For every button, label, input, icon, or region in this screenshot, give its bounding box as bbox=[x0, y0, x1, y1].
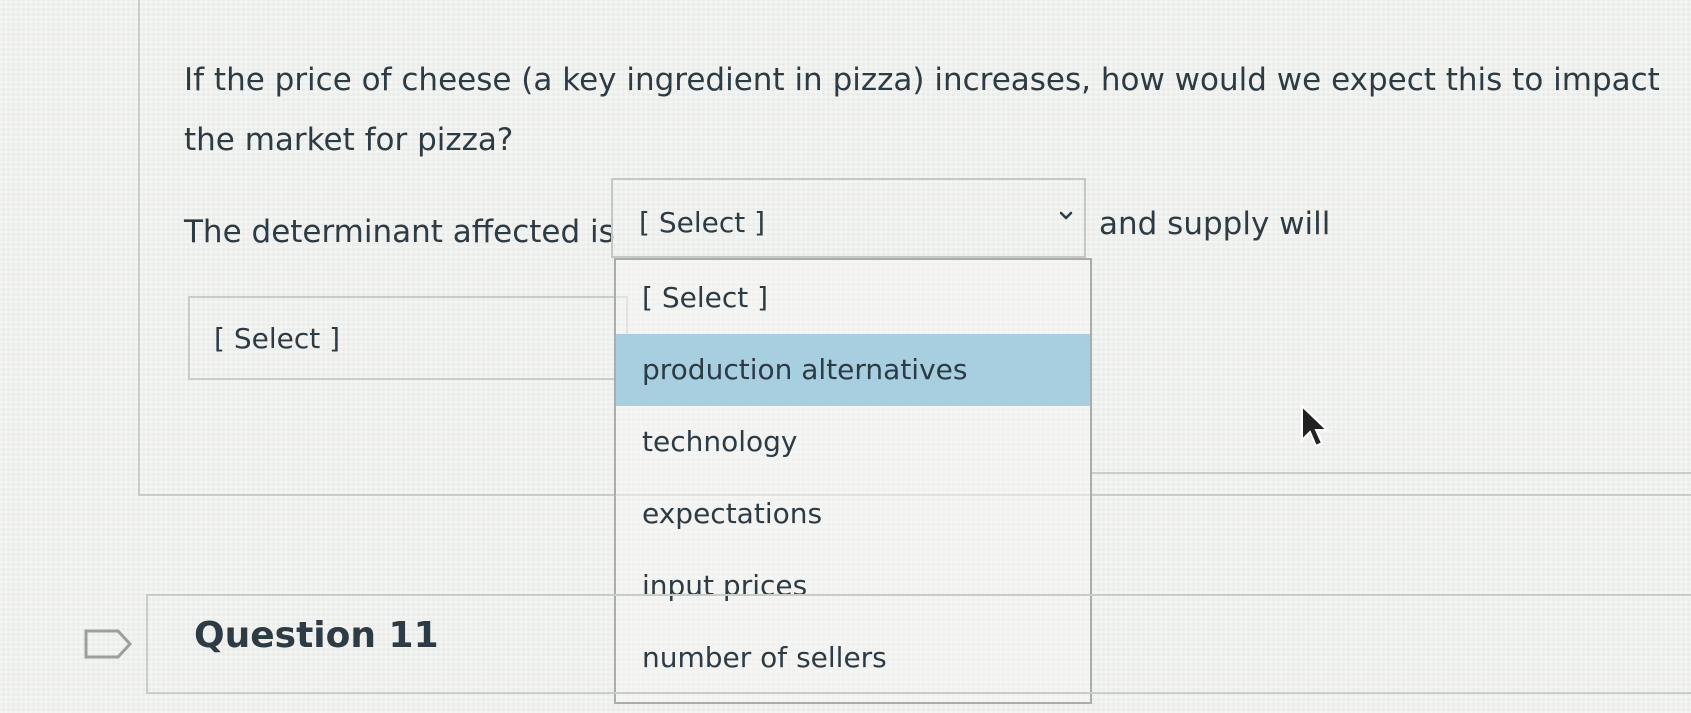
question-card-divider bbox=[1092, 472, 1691, 474]
sentence-start-text: The determinant affected is bbox=[184, 214, 615, 250]
quiz-page: If the price of cheese (a key ingredient… bbox=[0, 0, 1691, 713]
chevron-down-icon bbox=[1059, 211, 1073, 220]
determinant-select[interactable]: [ Select ] bbox=[611, 178, 1086, 258]
question-text: If the price of cheese (a key ingredient… bbox=[184, 62, 1660, 158]
dropdown-option-select[interactable]: [ Select ] bbox=[616, 262, 1090, 334]
flag-outline-icon[interactable] bbox=[84, 629, 132, 659]
supply-select[interactable]: [ Select ] bbox=[188, 296, 628, 380]
sentence-end-text: and supply will bbox=[1099, 206, 1331, 242]
dropdown-option-technology[interactable]: technology bbox=[616, 406, 1090, 478]
mouse-pointer-icon bbox=[1301, 404, 1330, 448]
dropdown-option-expectations[interactable]: expectations bbox=[616, 478, 1090, 550]
supply-select-value: [ Select ] bbox=[214, 322, 341, 355]
dropdown-option-production-alternatives[interactable]: production alternatives bbox=[616, 334, 1090, 406]
determinant-select-value: [ Select ] bbox=[639, 206, 766, 239]
question-11-title: Question 11 bbox=[194, 615, 439, 656]
